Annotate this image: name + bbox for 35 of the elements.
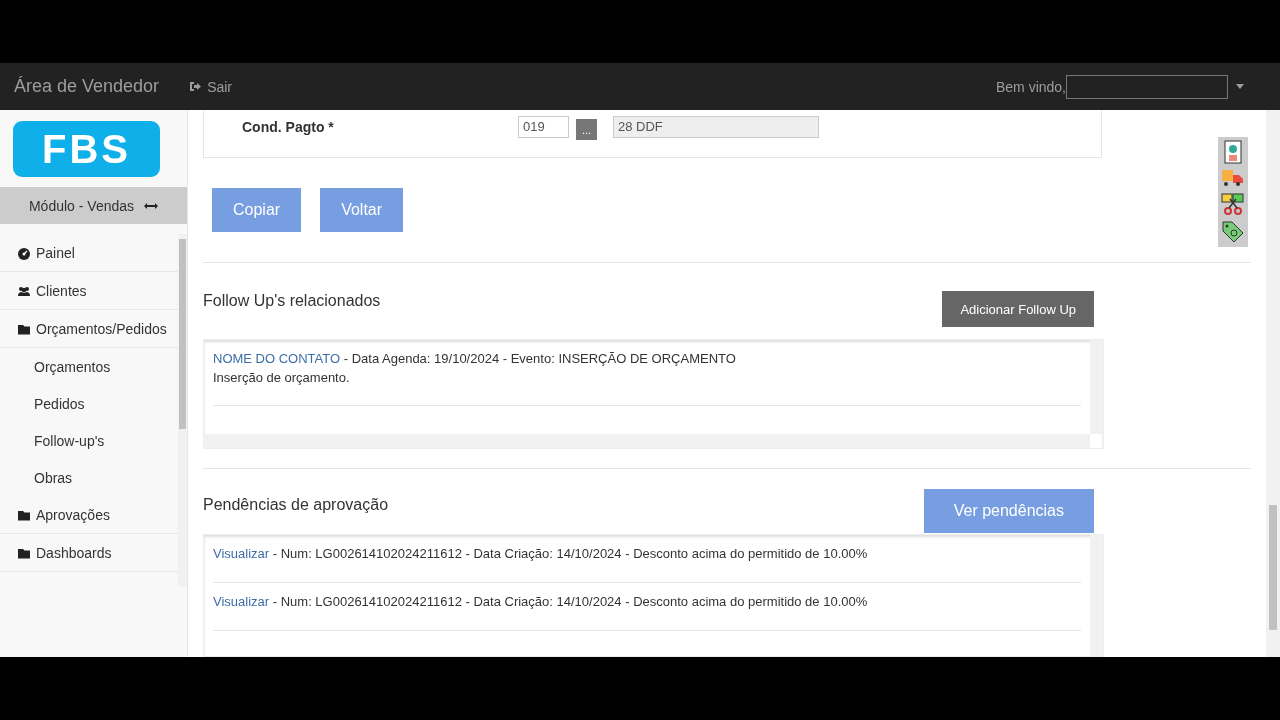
logout-icon [189, 81, 202, 92]
certificate-icon[interactable] [1222, 140, 1244, 164]
double-arrow-icon [144, 202, 159, 209]
description-field[interactable]: 28 DDF [613, 115, 819, 138]
module-bar[interactable]: Módulo - Vendas [0, 187, 187, 224]
gauge-icon [17, 245, 31, 260]
add-follow-up-button[interactable]: Adicionar Follow Up [942, 291, 1094, 327]
section-title: Pendências de aprovação [203, 496, 389, 514]
follow-up-note: Inserção de orçamento. [213, 369, 351, 387]
field-label: Cond. Pagto * [241, 118, 335, 135]
scrollbar[interactable] [1090, 340, 1103, 434]
scrollbar[interactable] [1266, 110, 1280, 657]
view-link[interactable]: Visualizar [213, 594, 270, 609]
scrollbar[interactable] [1090, 535, 1103, 656]
price-tag-icon[interactable] [1221, 220, 1245, 244]
follow-up-text: NOME DO CONTATO - Data Agenda: 19/10/2024 - Evento: INSERÇÃO DE ORÇAMENTO [213, 350, 737, 368]
lookup-button[interactable]: ... [576, 119, 597, 140]
app-title: Área de Vendedor [14, 76, 160, 97]
delivery-truck-icon[interactable] [1221, 168, 1245, 188]
logo: FBS [13, 121, 160, 177]
code-field[interactable]: 019 [518, 115, 569, 138]
section-title: Follow Up's relacionados [203, 292, 381, 310]
sidebar-item[interactable]: Orçamentos [0, 348, 178, 385]
sidebar-item[interactable]: Follow-up's [0, 422, 178, 459]
approval-text: Visualizar - Num: LG002614102024211612 - Data Criação: 14/10/2024 - Desconto acima do permitido de 10.00% [213, 594, 868, 609]
scrollbar[interactable] [178, 234, 187, 586]
discount-scissors-icon[interactable] [1221, 192, 1245, 216]
approval-text: Visualizar - Num: LG002614102024211612 - Data Criação: 14/10/2024 - Desconto acima do permitido de 10.00% [213, 546, 868, 561]
logout-link[interactable]: Sair [189, 78, 233, 95]
caret-icon[interactable] [1236, 84, 1244, 89]
view-link[interactable]: Visualizar [213, 546, 270, 561]
sidebar-item[interactable]: Pedidos [0, 385, 178, 422]
welcome-text: Bem vindo, [995, 78, 1066, 95]
contact-link[interactable]: NOME DO CONTATO [213, 351, 341, 366]
sidebar-item[interactable]: Obras [0, 459, 178, 496]
